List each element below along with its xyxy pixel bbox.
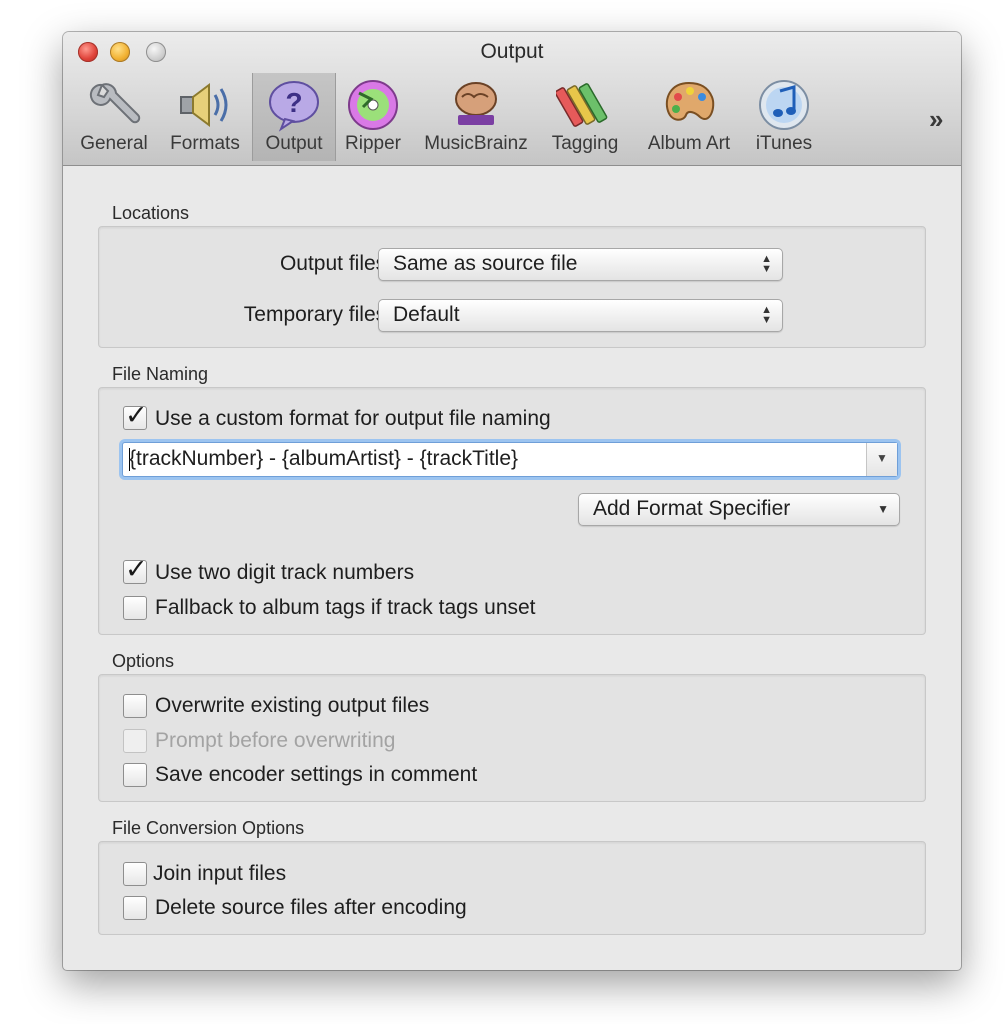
toolbar-musicbrainz-label: MusicBrainz: [424, 133, 528, 154]
crayons-icon: [556, 83, 608, 127]
toolbar-formats-label: Formats: [170, 133, 240, 154]
toolbar-overflow-chevron-icon[interactable]: »: [929, 104, 944, 135]
custom-format-label: Use a custom format for output file nami…: [155, 407, 551, 430]
toolbar-ripper-label: Ripper: [345, 133, 401, 154]
popup-updown-arrows-icon: ▲ ▼: [761, 253, 772, 275]
file-naming-section-label: File Naming: [112, 364, 209, 384]
preferences-window: Output General Formats ? Output Ripper M…: [63, 32, 961, 970]
save-encoder-checkbox[interactable]: [123, 763, 147, 787]
window-title: Output: [480, 40, 544, 63]
toolbar-output-label: Output: [265, 133, 323, 154]
toolbar-general-label: General: [80, 133, 148, 154]
checkmark-icon: ✓: [125, 554, 148, 584]
output-files-value: Same as source file: [393, 252, 578, 275]
cd-icon: [348, 80, 398, 130]
musicbrainz-brain-icon: [455, 82, 497, 125]
options-section-label: Options: [112, 651, 175, 671]
toolbar-formats[interactable]: Formats: [163, 73, 247, 161]
toolbar-tagging-label: Tagging: [551, 133, 619, 154]
popup-updown-arrows-icon: ▲ ▼: [761, 304, 772, 326]
save-encoder-label: Save encoder settings in comment: [155, 763, 478, 786]
toolbar-musicbrainz[interactable]: MusicBrainz: [418, 73, 534, 161]
itunes-icon: [759, 80, 809, 130]
two-digit-checkbox[interactable]: ✓: [123, 554, 148, 584]
naming-format-combobox[interactable]: {trackNumber} - {albumArtist} - {trackTi…: [122, 442, 898, 477]
toolbar-tagging[interactable]: Tagging: [543, 73, 627, 161]
locations-box: Output files: Same as source file ▲ ▼ Tem…: [98, 226, 926, 348]
two-digit-label: Use two digit track numbers: [155, 561, 415, 584]
toolbar-output[interactable]: ? Output: [252, 73, 336, 161]
overwrite-checkbox[interactable]: [123, 694, 147, 718]
toolbar-album-art[interactable]: Album Art: [637, 73, 741, 161]
add-format-specifier-label: Add Format Specifier: [593, 497, 791, 520]
delete-source-label: Delete source files after encoding: [155, 896, 467, 919]
naming-format-dropdown-button[interactable]: ▼: [866, 443, 897, 476]
temporary-files-label: Temporary files:: [243, 303, 392, 326]
add-format-specifier-button[interactable]: Add Format Specifier ▼: [578, 493, 900, 526]
naming-format-value: {trackNumber} - {albumArtist} - {trackTi…: [129, 447, 519, 470]
toolbar-itunes[interactable]: iTunes: [751, 73, 817, 161]
fallback-label: Fallback to album tags if track tags uns…: [155, 596, 536, 619]
output-files-label: Output files:: [279, 252, 392, 275]
conversion-box: [98, 841, 926, 935]
conversion-section-label: File Conversion Options: [112, 818, 305, 838]
prompt-overwrite-checkbox: [123, 729, 147, 753]
toolbar-ripper[interactable]: Ripper: [338, 73, 408, 161]
triangle-down-icon: ▼: [876, 451, 888, 465]
fallback-checkbox[interactable]: [123, 596, 147, 620]
wrench-icon: [89, 83, 141, 124]
toolbar-itunes-label: iTunes: [755, 133, 813, 154]
checkmark-icon: ✓: [125, 400, 148, 430]
palette-icon: [665, 81, 715, 121]
question-bubble-icon: ?: [269, 81, 319, 132]
temporary-files-value: Default: [393, 303, 460, 326]
overwrite-label: Overwrite existing output files: [155, 694, 430, 717]
join-input-checkbox[interactable]: [123, 862, 147, 886]
toolbar-general[interactable]: General: [75, 73, 153, 161]
svg-text:?: ?: [285, 87, 302, 118]
prompt-overwrite-label: Prompt before overwriting: [155, 729, 396, 752]
triangle-down-icon: ▼: [877, 502, 889, 516]
temporary-files-popup[interactable]: Default ▲ ▼: [378, 299, 783, 332]
speaker-icon: [180, 83, 228, 127]
toolbar-album-art-label: Album Art: [647, 133, 731, 154]
locations-section-label: Locations: [112, 203, 190, 223]
titlebar: Output General Formats ? Output Ripper M…: [63, 32, 961, 166]
join-input-label: Join input files: [153, 862, 287, 885]
custom-format-checkbox[interactable]: ✓: [123, 400, 148, 430]
output-files-popup[interactable]: Same as source file ▲ ▼: [378, 248, 783, 281]
delete-source-checkbox[interactable]: [123, 896, 147, 920]
